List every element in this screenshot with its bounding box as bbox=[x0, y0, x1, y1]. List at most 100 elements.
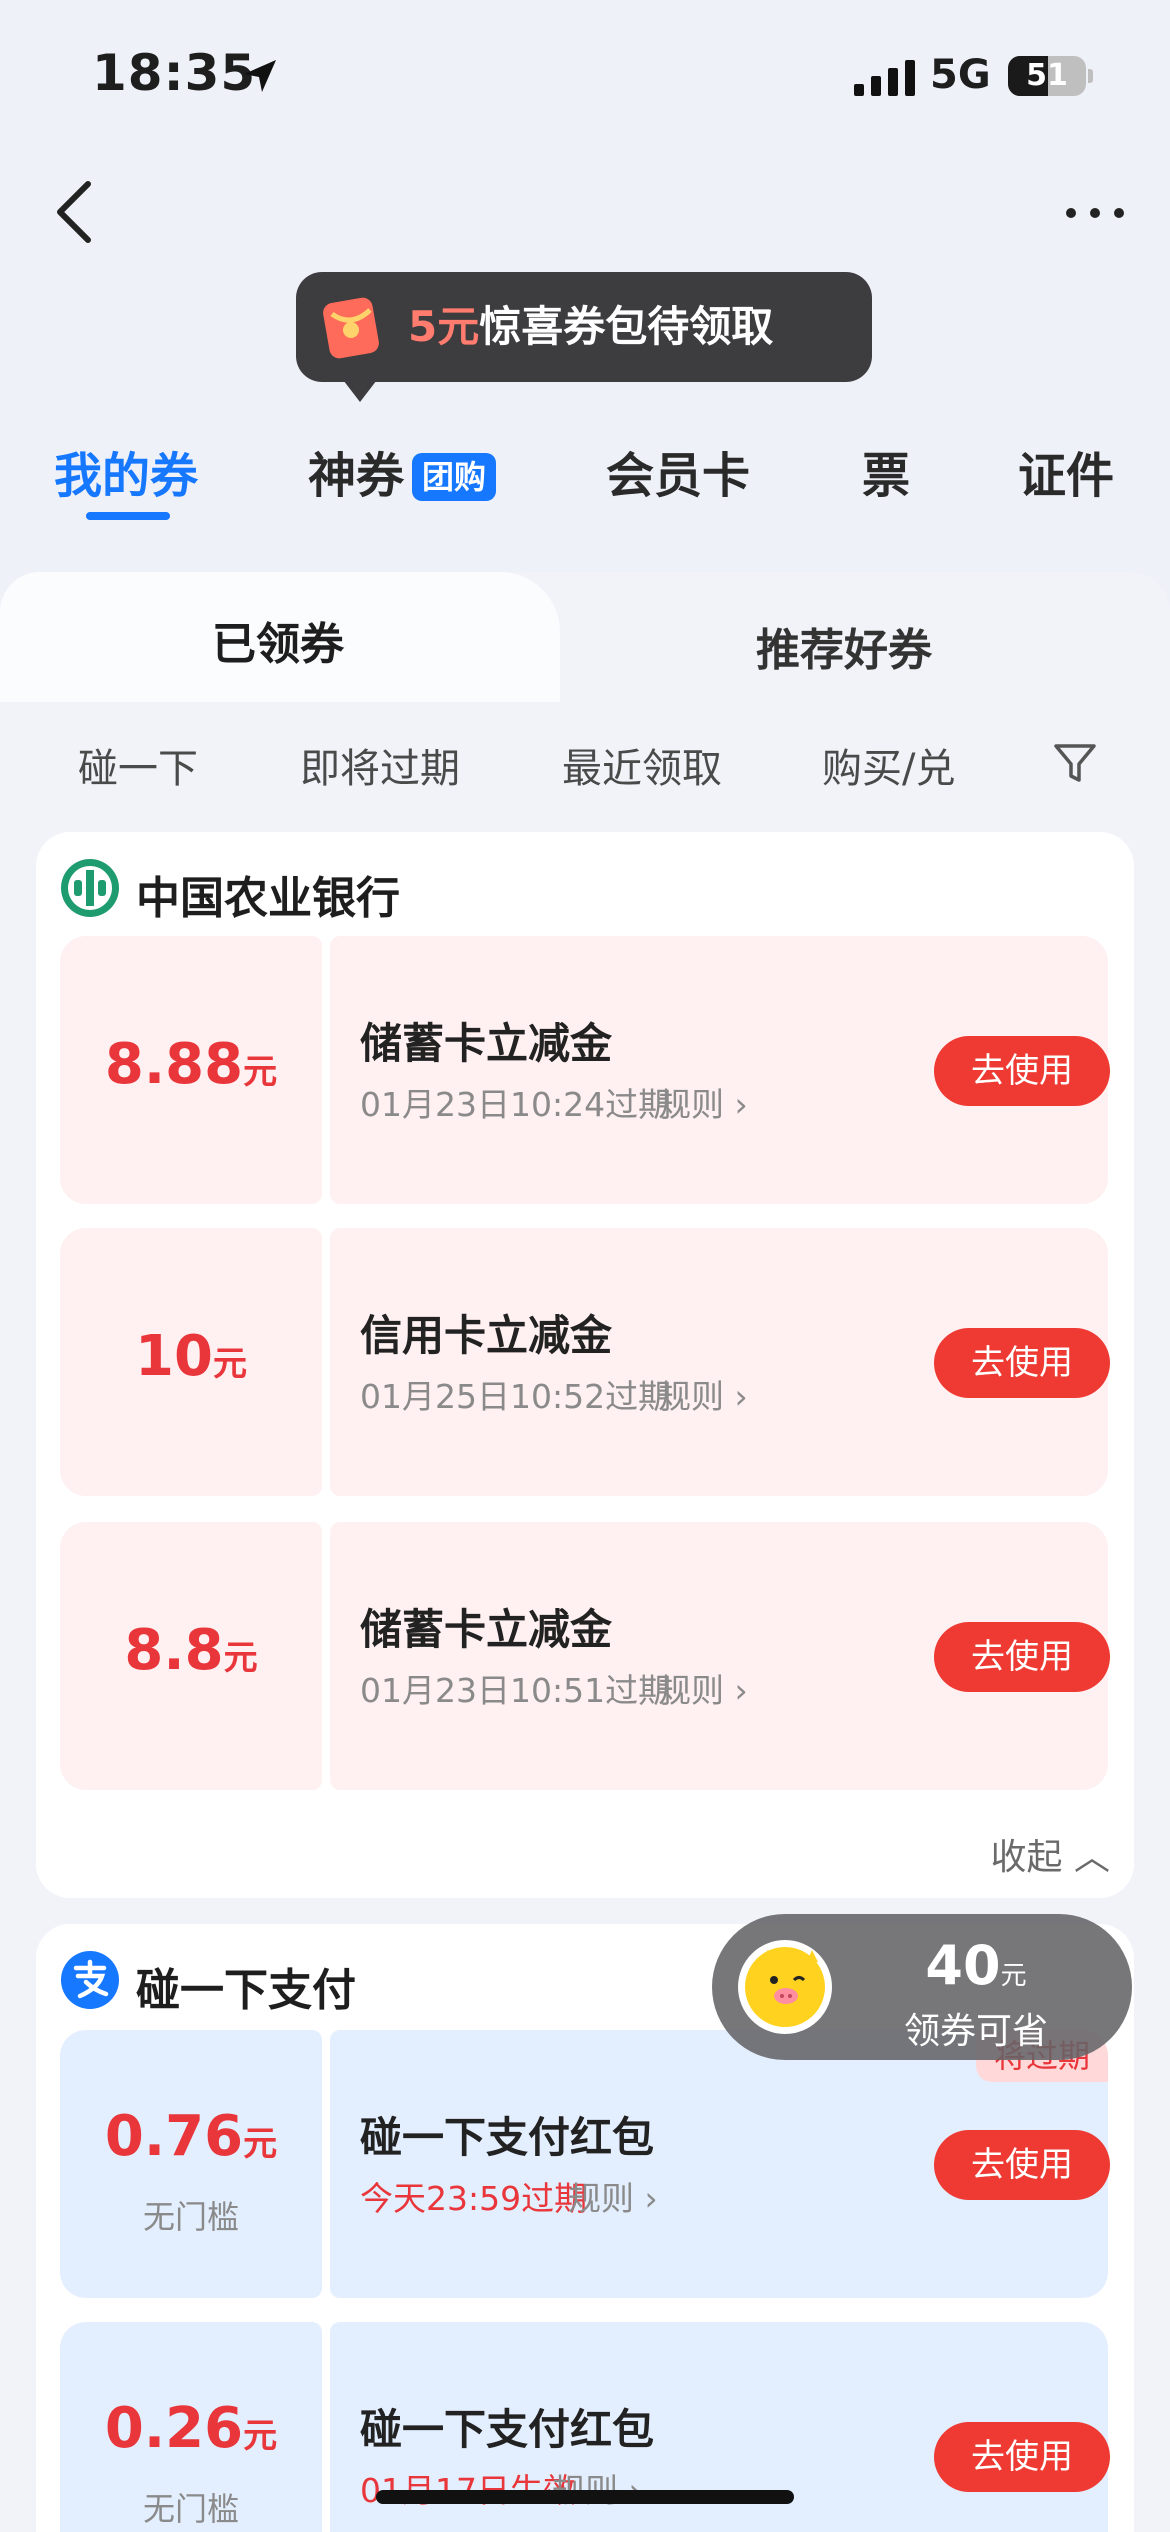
collapse-button[interactable]: 收起 ︿ bbox=[991, 1828, 1110, 1880]
filter-recent[interactable]: 最近领取 bbox=[562, 736, 722, 794]
tuangou-badge: 团购 bbox=[412, 453, 497, 501]
coupon-amount-unit: 元 bbox=[243, 1052, 278, 1092]
promo-text: 5元惊喜券包待领取 bbox=[408, 272, 773, 382]
coupon-info-area: 信用卡立减金 01月25日10:52过期 规则 › 去使用 bbox=[330, 1228, 1110, 1496]
coupon-amount-unit: 元 bbox=[223, 1638, 258, 1678]
alipay-logo-icon bbox=[61, 1951, 119, 2009]
active-tab-indicator bbox=[86, 512, 170, 520]
coupon-amount-area: 8.8元 bbox=[60, 1522, 322, 1790]
coupon-amount-area: 10元 bbox=[60, 1228, 322, 1496]
pig-mascot-icon bbox=[745, 1947, 825, 2027]
use-button[interactable]: 去使用 bbox=[934, 1328, 1110, 1398]
coupon-amount-area: 0.76元 无门槛 bbox=[60, 2030, 322, 2298]
savings-bubble[interactable]: 40元 领券可省 bbox=[712, 1914, 1132, 2060]
coupon-name: 碰一下支付红包 bbox=[360, 2405, 655, 2454]
promo-tooltip[interactable]: 5元惊喜券包待领取 bbox=[296, 272, 872, 382]
mascot-avatar bbox=[738, 1940, 832, 2034]
coupon-expiry: 今天23:59过期 bbox=[360, 2179, 588, 2218]
coupon-name: 储蓄卡立减金 bbox=[360, 1605, 613, 1654]
top-tabs: 我的券 神券 团购 会员卡 票 证件 bbox=[0, 436, 1170, 526]
coupon-amount: 0.76元 bbox=[60, 2104, 322, 2169]
rule-link[interactable]: 规则 › bbox=[658, 1078, 748, 1126]
coupon-expiry: 01月23日10:51过期 bbox=[360, 1671, 672, 1710]
coupon-amount: 10元 bbox=[60, 1324, 322, 1389]
coupon-amount-unit: 元 bbox=[212, 1344, 247, 1384]
tab-god-coupons[interactable]: 神券 团购 bbox=[308, 436, 497, 506]
group-abc: 中国农业银行 8.88元 储蓄卡立减金 01月23日10:24过期 规则 › 去… bbox=[36, 832, 1134, 1898]
battery-icon: 51 bbox=[1008, 56, 1093, 96]
rule-link[interactable]: 规则 › bbox=[658, 1370, 748, 1418]
use-button[interactable]: 去使用 bbox=[934, 1036, 1110, 1106]
coupon-card: 8.88元 储蓄卡立减金 01月23日10:24过期 规则 › 去使用 bbox=[60, 936, 1110, 1204]
signal-icon bbox=[854, 60, 915, 96]
coupon-card: 10元 信用卡立减金 01月25日10:52过期 规则 › 去使用 bbox=[60, 1228, 1110, 1496]
promo-message: 惊喜券包待领取 bbox=[479, 302, 774, 351]
rule-link[interactable]: 规则 › bbox=[552, 2464, 642, 2512]
use-button[interactable]: 去使用 bbox=[934, 2422, 1110, 2492]
red-packet-icon bbox=[323, 297, 379, 359]
rule-link[interactable]: 规则 › bbox=[658, 1664, 748, 1712]
coupon-page: 18:35 5G 51 5元惊喜券包待领取 我的券 神券 团购 会员卡 票 证件… bbox=[0, 0, 1170, 2532]
network-type: 5G bbox=[930, 52, 991, 98]
rule-link[interactable]: 规则 › bbox=[568, 2172, 658, 2220]
coupon-threshold: 无门槛 bbox=[142, 2198, 239, 2236]
promo-amount: 5元 bbox=[408, 302, 480, 351]
coupon-amount-value: 8.8 bbox=[124, 1618, 224, 1683]
tab-my-coupons[interactable]: 我的券 bbox=[54, 436, 198, 506]
coupon-amount-value: 8.88 bbox=[104, 1032, 244, 1097]
coupon-expiry: 01月25日10:52过期 bbox=[360, 1377, 672, 1416]
battery-body: 51 bbox=[1008, 56, 1086, 96]
coupon-amount-unit: 元 bbox=[243, 2416, 278, 2456]
back-icon[interactable] bbox=[44, 172, 104, 252]
home-indicator[interactable] bbox=[376, 2490, 794, 2504]
battery-level: 51 bbox=[1026, 58, 1068, 93]
filter-expiring[interactable]: 即将过期 bbox=[300, 736, 460, 794]
coupon-info-area: 储蓄卡立减金 01月23日10:24过期 规则 › 去使用 bbox=[330, 936, 1110, 1204]
coupon-amount: 0.26元 bbox=[60, 2396, 322, 2461]
tab-recommended[interactable]: 推荐好券 bbox=[756, 614, 932, 678]
coupon-expiry: 01月23日10:24过期 bbox=[360, 1085, 672, 1124]
tab-documents[interactable]: 证件 bbox=[1018, 436, 1114, 506]
savings-amount: 40元 bbox=[848, 1934, 1104, 1997]
savings-value: 40 bbox=[925, 1934, 1001, 1997]
coupon-card: 8.8元 储蓄卡立减金 01月23日10:51过期 规则 › 去使用 bbox=[60, 1522, 1110, 1790]
battery-cap bbox=[1088, 69, 1093, 83]
tab-god-coupons-label: 神券 bbox=[308, 448, 405, 504]
group-title: 碰一下支付 bbox=[136, 1965, 356, 2016]
tab-tickets[interactable]: 票 bbox=[862, 436, 910, 506]
location-arrow-icon bbox=[244, 60, 276, 92]
use-button[interactable]: 去使用 bbox=[934, 1622, 1110, 1692]
tab-membership-cards[interactable]: 会员卡 bbox=[606, 436, 750, 506]
savings-unit: 元 bbox=[1000, 1961, 1027, 1991]
panel-tabs: 已领券 推荐好券 bbox=[0, 572, 1170, 702]
coupon-threshold: 无门槛 bbox=[142, 2490, 239, 2528]
coupon-card: 0.76元 无门槛 将过期 碰一下支付红包 今天23:59过期 规则 › 去使用 bbox=[60, 2030, 1110, 2298]
group-title: 中国农业银行 bbox=[136, 873, 400, 924]
savings-label: 领券可省 bbox=[903, 2011, 1048, 2052]
filter-row: 碰一下 即将过期 最近领取 购买/兑 bbox=[0, 736, 1170, 806]
coupon-name: 信用卡立减金 bbox=[360, 1311, 613, 1360]
coupon-name: 储蓄卡立减金 bbox=[360, 1019, 613, 1068]
filter-purchase[interactable]: 购买/兑 bbox=[822, 736, 974, 794]
use-button[interactable]: 去使用 bbox=[934, 2130, 1110, 2200]
coupon-amount-unit: 元 bbox=[243, 2124, 278, 2164]
tab-claimed[interactable]: 已领券 bbox=[212, 608, 344, 672]
abc-bank-logo-icon bbox=[61, 859, 119, 917]
coupon-info-area: 储蓄卡立减金 01月23日10:51过期 规则 › 去使用 bbox=[330, 1522, 1110, 1790]
promo-tooltip-arrow bbox=[340, 376, 380, 402]
coupon-name: 碰一下支付红包 bbox=[360, 2113, 655, 2162]
coupon-expiry: 01月17日生效 bbox=[360, 2464, 576, 2512]
coupon-info-area: 将过期 碰一下支付红包 今天23:59过期 规则 › 去使用 bbox=[330, 2030, 1110, 2298]
coupon-amount-area: 8.88元 bbox=[60, 936, 322, 1204]
more-icon[interactable] bbox=[1060, 190, 1130, 230]
coupon-amount-value: 10 bbox=[135, 1324, 213, 1389]
coupon-amount: 8.8元 bbox=[60, 1618, 322, 1683]
coupon-amount-area: 0.26元 无门槛 bbox=[60, 2322, 322, 2532]
status-time: 18:35 bbox=[92, 44, 257, 102]
status-bar: 18:35 5G 51 bbox=[0, 0, 1170, 150]
coupon-amount-value: 0.76 bbox=[104, 2104, 244, 2169]
funnel-filter-icon[interactable] bbox=[1052, 740, 1098, 786]
coupon-amount-value: 0.26 bbox=[104, 2396, 244, 2461]
coupon-amount: 8.88元 bbox=[60, 1032, 322, 1097]
filter-tap-pay[interactable]: 碰一下 bbox=[78, 736, 198, 794]
